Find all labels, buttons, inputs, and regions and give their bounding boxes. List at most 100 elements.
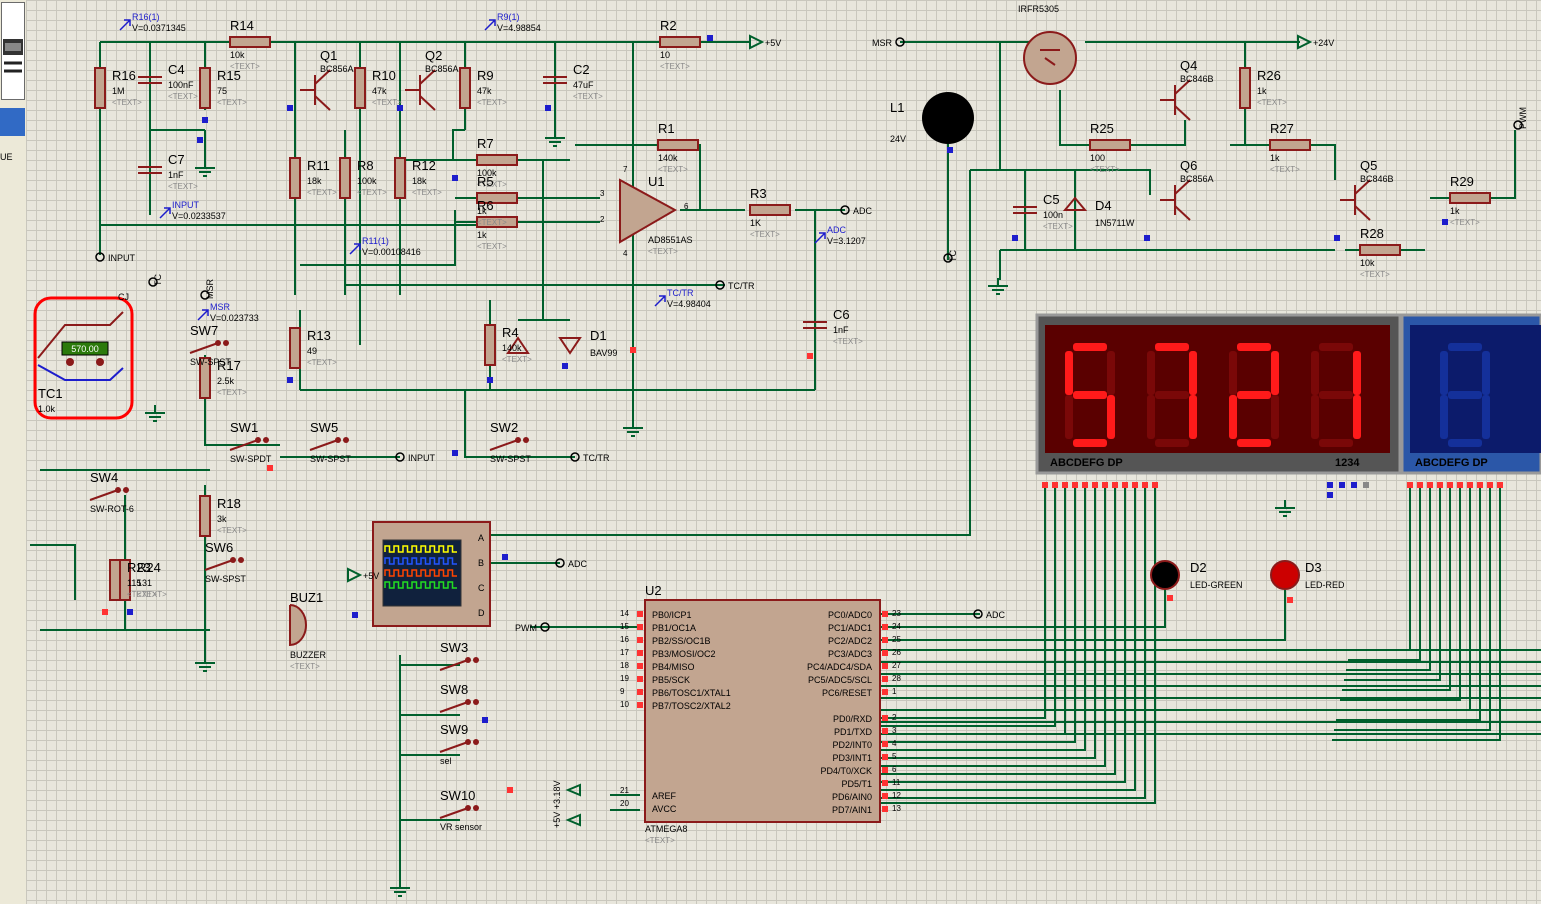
terminal-label: TC/TR bbox=[728, 281, 755, 291]
resistor-r11[interactable] bbox=[289, 157, 301, 199]
probe-label: MSR bbox=[210, 302, 231, 312]
terminal-label: TC/TR bbox=[583, 453, 610, 463]
resistor-r25[interactable] bbox=[1089, 139, 1131, 151]
wire bbox=[880, 485, 1066, 735]
selected-device-item[interactable] bbox=[0, 108, 25, 136]
mosfet-irfr5305[interactable] bbox=[1023, 31, 1077, 85]
value-label: 2.5k bbox=[217, 376, 235, 386]
value-label: sel bbox=[440, 756, 452, 766]
resistor-r23[interactable] bbox=[109, 559, 121, 601]
opamp-u1[interactable] bbox=[619, 178, 678, 244]
switch-sw2[interactable] bbox=[489, 437, 529, 451]
resistor-r26[interactable] bbox=[1239, 67, 1251, 109]
segment bbox=[1229, 395, 1237, 439]
value-label: 47k bbox=[372, 86, 387, 96]
resistor-r18[interactable] bbox=[199, 495, 211, 537]
resistor-r9[interactable] bbox=[459, 67, 471, 109]
probe-value: V=4.98854 bbox=[497, 23, 541, 33]
text-placeholder: <TEXT> bbox=[1090, 165, 1120, 174]
resistor-r4[interactable] bbox=[484, 324, 496, 366]
text-placeholder: <TEXT> bbox=[372, 98, 402, 107]
resistor-r15[interactable] bbox=[199, 67, 211, 109]
resistor-r7[interactable] bbox=[476, 154, 518, 166]
pin-name: PD3/INT1 bbox=[832, 753, 872, 763]
pin-number: 13 bbox=[892, 804, 901, 813]
ref-label: Q4 bbox=[1180, 58, 1197, 73]
ref-label: R3 bbox=[750, 186, 767, 201]
ref-label: R15 bbox=[217, 68, 241, 83]
resistor-r16[interactable] bbox=[94, 67, 106, 109]
pin-marker bbox=[637, 624, 643, 630]
wire bbox=[30, 544, 76, 600]
resistor-r3[interactable] bbox=[749, 204, 791, 216]
text-placeholder: <TEXT> bbox=[217, 526, 247, 535]
resistor-r28[interactable] bbox=[1359, 244, 1401, 256]
value-label: AD8551AS bbox=[648, 235, 693, 245]
text-placeholder: <TEXT> bbox=[168, 182, 198, 191]
switch-sw10[interactable] bbox=[439, 805, 479, 819]
switch-sw7[interactable] bbox=[189, 340, 229, 354]
resistor-r14[interactable] bbox=[229, 36, 271, 48]
terminal-label: PWM bbox=[515, 623, 537, 633]
ref-label: R25 bbox=[1090, 121, 1114, 136]
wire bbox=[880, 485, 1106, 767]
segment bbox=[1155, 343, 1189, 351]
pin-marker bbox=[1102, 482, 1108, 488]
resistor-r8[interactable] bbox=[339, 157, 351, 199]
probe-label: R16(1) bbox=[132, 12, 160, 22]
switch-sw1[interactable] bbox=[229, 437, 269, 451]
buzzer-buz1[interactable] bbox=[289, 604, 307, 647]
segment bbox=[1311, 395, 1319, 439]
transistor-q5[interactable] bbox=[1340, 179, 1371, 221]
resistor-r27[interactable] bbox=[1269, 139, 1311, 151]
resistor-r2[interactable] bbox=[659, 36, 701, 48]
proteus-window: UE R14 10k <TEXT> R16 1M <TEXT> R15 75 <TEXT> R10… bbox=[0, 0, 1541, 904]
ref-label: R13 bbox=[307, 328, 331, 343]
segment bbox=[1065, 351, 1073, 395]
wire bbox=[1310, 144, 1336, 180]
resistor-r1[interactable] bbox=[657, 139, 699, 151]
relay-coil-l1[interactable] bbox=[922, 92, 974, 144]
switch-sw9[interactable] bbox=[439, 739, 479, 753]
transistor-q4[interactable] bbox=[1160, 79, 1191, 121]
switch-sw5[interactable] bbox=[309, 437, 349, 451]
overview-thumbnail[interactable] bbox=[1, 2, 25, 100]
pin-marker bbox=[1112, 482, 1118, 488]
schematic-canvas[interactable]: R14 10k <TEXT> R16 1M <TEXT> R15 75 <TEXT> R10 47k… bbox=[26, 0, 1541, 904]
transistor-q6[interactable] bbox=[1160, 179, 1191, 221]
switch-sw3[interactable] bbox=[439, 657, 479, 671]
switch-sw8[interactable] bbox=[439, 699, 479, 713]
value-label: LED-RED bbox=[1305, 580, 1345, 590]
switch-sw4[interactable] bbox=[89, 487, 129, 501]
pin-marker bbox=[1132, 482, 1138, 488]
value-label: SW-SPDT bbox=[230, 454, 272, 464]
resistor-r10[interactable] bbox=[354, 67, 366, 109]
text-placeholder: <TEXT> bbox=[833, 337, 863, 346]
resistor-r29[interactable] bbox=[1449, 192, 1491, 204]
pin-marker bbox=[1327, 482, 1333, 488]
pin-marker bbox=[637, 637, 643, 643]
resistor-r13[interactable] bbox=[289, 327, 301, 369]
value-label: 47uF bbox=[573, 80, 594, 90]
pin-marker bbox=[502, 554, 508, 560]
probe-label: ADC bbox=[827, 225, 847, 235]
segment bbox=[1353, 351, 1361, 395]
ref-label: SW7 bbox=[190, 323, 218, 338]
pin-number: 19 bbox=[620, 674, 629, 683]
transistor-q1[interactable] bbox=[300, 69, 331, 111]
value-label: BUZZER bbox=[290, 650, 327, 660]
transistor-q2[interactable] bbox=[405, 69, 436, 111]
pin-marker bbox=[882, 780, 888, 786]
oscilloscope[interactable] bbox=[372, 521, 491, 627]
pin-marker bbox=[1152, 482, 1158, 488]
text-placeholder: <TEXT> bbox=[217, 388, 247, 397]
wire bbox=[1340, 485, 1461, 701]
pin-marker bbox=[1447, 482, 1453, 488]
led-d2[interactable] bbox=[1150, 560, 1180, 590]
pin-number: 15 bbox=[620, 622, 629, 631]
resistor-r12[interactable] bbox=[394, 157, 406, 199]
led-d3[interactable] bbox=[1270, 560, 1300, 590]
pin-marker bbox=[562, 363, 568, 369]
pin-marker bbox=[637, 689, 643, 695]
switch-sw6[interactable] bbox=[204, 557, 244, 571]
